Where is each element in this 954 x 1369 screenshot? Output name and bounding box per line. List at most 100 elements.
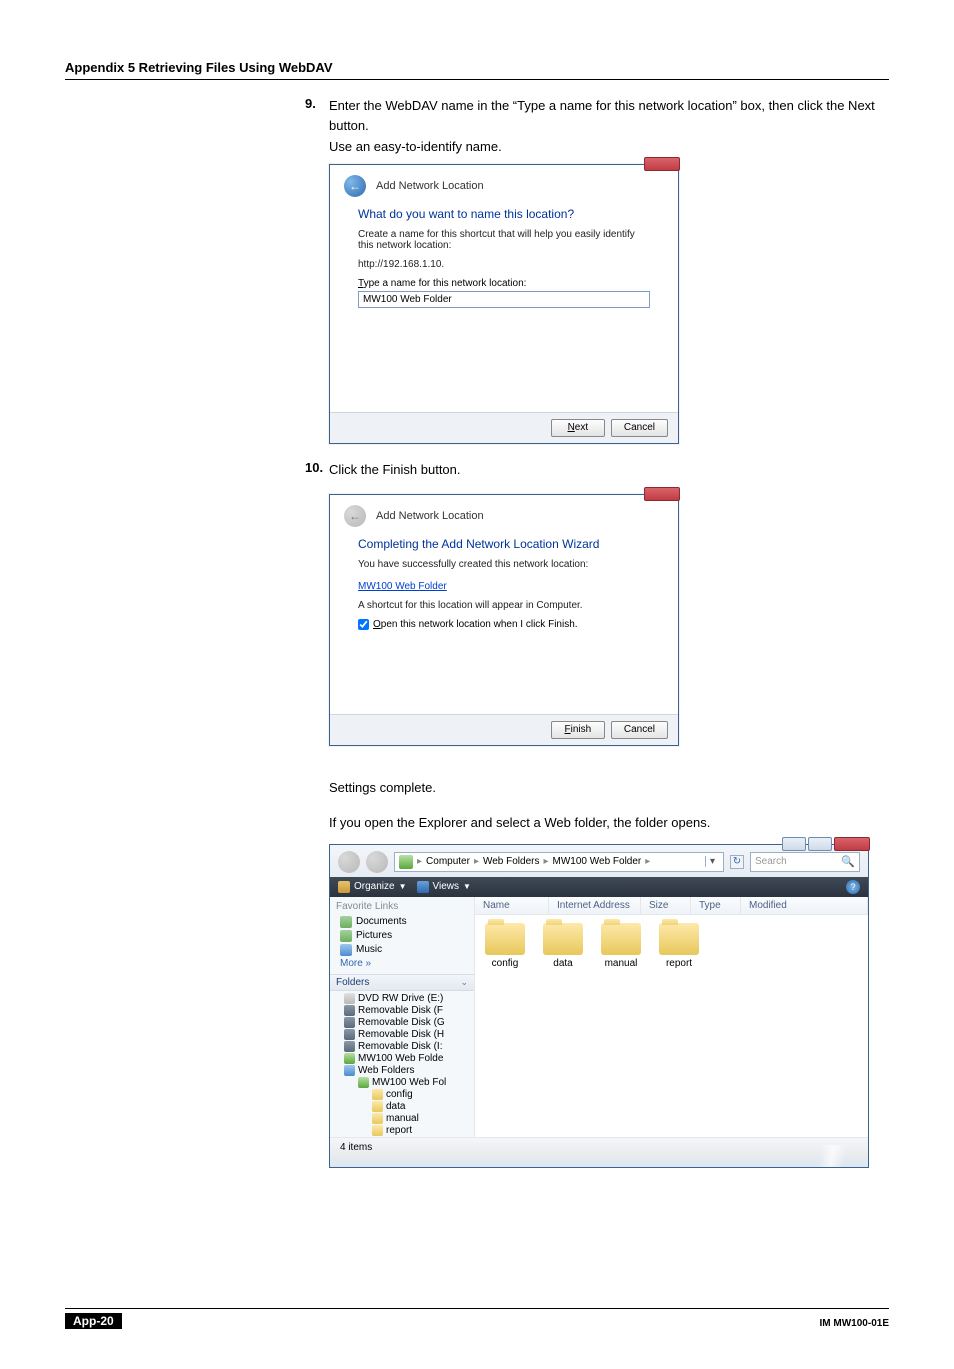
folder-icon [543, 923, 583, 955]
tree-item[interactable]: MW100 Web Fol [334, 1077, 474, 1089]
dialog1-title: Add Network Location [376, 180, 484, 192]
status-bar: 4 items [330, 1137, 868, 1167]
close-icon[interactable] [644, 157, 680, 171]
open-when-finish-label: Open this network location when I click … [373, 619, 578, 630]
close-icon[interactable] [834, 837, 870, 851]
maximize-icon[interactable] [808, 837, 832, 851]
tree-item[interactable]: Removable Disk (F [334, 1005, 474, 1017]
finish-button[interactable]: Finish [551, 721, 605, 739]
tree-item[interactable]: Removable Disk (I: [334, 1041, 474, 1053]
organize-menu[interactable]: Organize ▼ [338, 881, 407, 893]
drive-icon [344, 1029, 355, 1040]
tree-item[interactable]: Removable Disk (G [334, 1017, 474, 1029]
favorites-header: Favorite Links [336, 901, 468, 912]
music-icon [340, 944, 352, 956]
address-bar[interactable]: ▸ Computer ▸ Web Folders ▸ MW100 Web Fol… [394, 852, 724, 872]
tree-item[interactable]: report [334, 1125, 474, 1137]
sidebar-item-documents[interactable]: Documents [336, 915, 468, 929]
status-text: 4 items [340, 1142, 372, 1153]
next-button[interactable]: Next [551, 419, 605, 437]
folder-icon [372, 1113, 383, 1124]
chevron-down-icon: ▼ [399, 882, 407, 891]
sidebar-item-more[interactable]: More » [336, 957, 468, 970]
organize-label: Organize [354, 881, 395, 892]
dialog2-para2: A shortcut for this location will appear… [358, 600, 650, 611]
documents-icon [340, 916, 352, 928]
folder-item[interactable]: config [485, 923, 525, 969]
dialog2-location-link[interactable]: MW100 Web Folder [358, 581, 447, 592]
dialog2-para: You have successfully created this netwo… [358, 559, 650, 570]
dialog-name-location: ← Add Network Location What do you want … [329, 164, 679, 444]
folder-label: config [492, 958, 519, 969]
column-header-address[interactable]: Internet Address [549, 897, 641, 914]
explorer-content: Name Internet Address Size Type Modified… [475, 897, 868, 1137]
tree-item[interactable]: config [334, 1089, 474, 1101]
status-decoration [788, 1145, 868, 1167]
dialog1-heading: What do you want to name this location? [358, 207, 650, 221]
tree-item[interactable]: MW100 Web Folde [334, 1053, 474, 1065]
breadcrumb[interactable]: Computer [426, 856, 470, 867]
folders-header[interactable]: Folders ⌄ [330, 974, 474, 991]
tree-item[interactable]: manual [334, 1113, 474, 1125]
tree-item[interactable]: DVD RW Drive (E:) [334, 993, 474, 1005]
dialog2-heading: Completing the Add Network Location Wiza… [358, 537, 650, 551]
web-folders-icon [344, 1065, 355, 1076]
folder-item[interactable]: report [659, 923, 699, 969]
views-label: Views [433, 881, 460, 892]
nav-forward-icon[interactable] [366, 851, 388, 873]
web-folder-icon [344, 1053, 355, 1064]
step-9-number: 9. [305, 96, 329, 135]
nav-back-icon[interactable] [338, 851, 360, 873]
drive-icon [344, 1005, 355, 1016]
dialog-finish-wizard: ← Add Network Location Completing the Ad… [329, 494, 679, 746]
explorer-sidebar: Favorite Links Documents Pictures Music … [330, 897, 475, 1137]
column-header-size[interactable]: Size [641, 897, 691, 914]
folder-label: manual [605, 958, 638, 969]
dialog1-para: Create a name for this shortcut that wil… [358, 229, 650, 251]
search-placeholder: Search [755, 856, 787, 867]
pictures-icon [340, 930, 352, 942]
minimize-icon[interactable] [782, 837, 806, 851]
tree-item[interactable]: Removable Disk (H [334, 1029, 474, 1041]
column-header-modified[interactable]: Modified [741, 897, 868, 914]
dialog1-url: http://192.168.1.10. [358, 259, 650, 270]
sidebar-item-label: Documents [356, 916, 407, 927]
search-icon: 🔍 [841, 855, 855, 868]
folder-item[interactable]: manual [601, 923, 641, 969]
step-10: 10. Click the Finish button. [305, 460, 889, 480]
address-dropdown-icon[interactable]: ▾ [705, 856, 719, 867]
folder-label: report [666, 958, 692, 969]
back-arrow-icon: ← [344, 505, 366, 527]
dialog2-title: Add Network Location [376, 510, 484, 522]
chevron-down-icon: ⌄ [460, 977, 468, 988]
cancel-button[interactable]: Cancel [611, 419, 668, 437]
help-icon[interactable]: ? [846, 880, 860, 894]
folder-item[interactable]: data [543, 923, 583, 969]
open-when-finish-checkbox[interactable] [358, 619, 369, 630]
location-name-input[interactable] [358, 291, 650, 308]
breadcrumb[interactable]: MW100 Web Folder [553, 856, 642, 867]
explorer-intro: If you open the Explorer and select a We… [329, 815, 889, 830]
close-icon[interactable] [644, 487, 680, 501]
cancel-button[interactable]: Cancel [611, 721, 668, 739]
breadcrumb[interactable]: Web Folders [483, 856, 540, 867]
tree-item[interactable]: data [334, 1101, 474, 1113]
page-title: Appendix 5 Retrieving Files Using WebDAV [65, 60, 889, 80]
refresh-icon[interactable]: ↻ [730, 855, 744, 869]
folders-label: Folders [336, 977, 369, 988]
page-number: App-20 [65, 1313, 122, 1329]
back-arrow-icon[interactable]: ← [344, 175, 366, 197]
folder-label: data [553, 958, 572, 969]
column-header-name[interactable]: Name [475, 897, 549, 914]
sidebar-item-music[interactable]: Music [336, 943, 468, 957]
tree-item[interactable]: Web Folders [334, 1065, 474, 1077]
dialog1-input-label: Type a name for this network location: [358, 278, 650, 289]
search-input[interactable]: Search 🔍 [750, 852, 860, 872]
organize-icon [338, 881, 350, 893]
views-menu[interactable]: Views ▼ [417, 881, 471, 893]
sidebar-item-pictures[interactable]: Pictures [336, 929, 468, 943]
column-header-type[interactable]: Type [691, 897, 741, 914]
drive-icon [344, 1017, 355, 1028]
views-icon [417, 881, 429, 893]
step-9: 9. Enter the WebDAV name in the “Type a … [305, 96, 889, 135]
